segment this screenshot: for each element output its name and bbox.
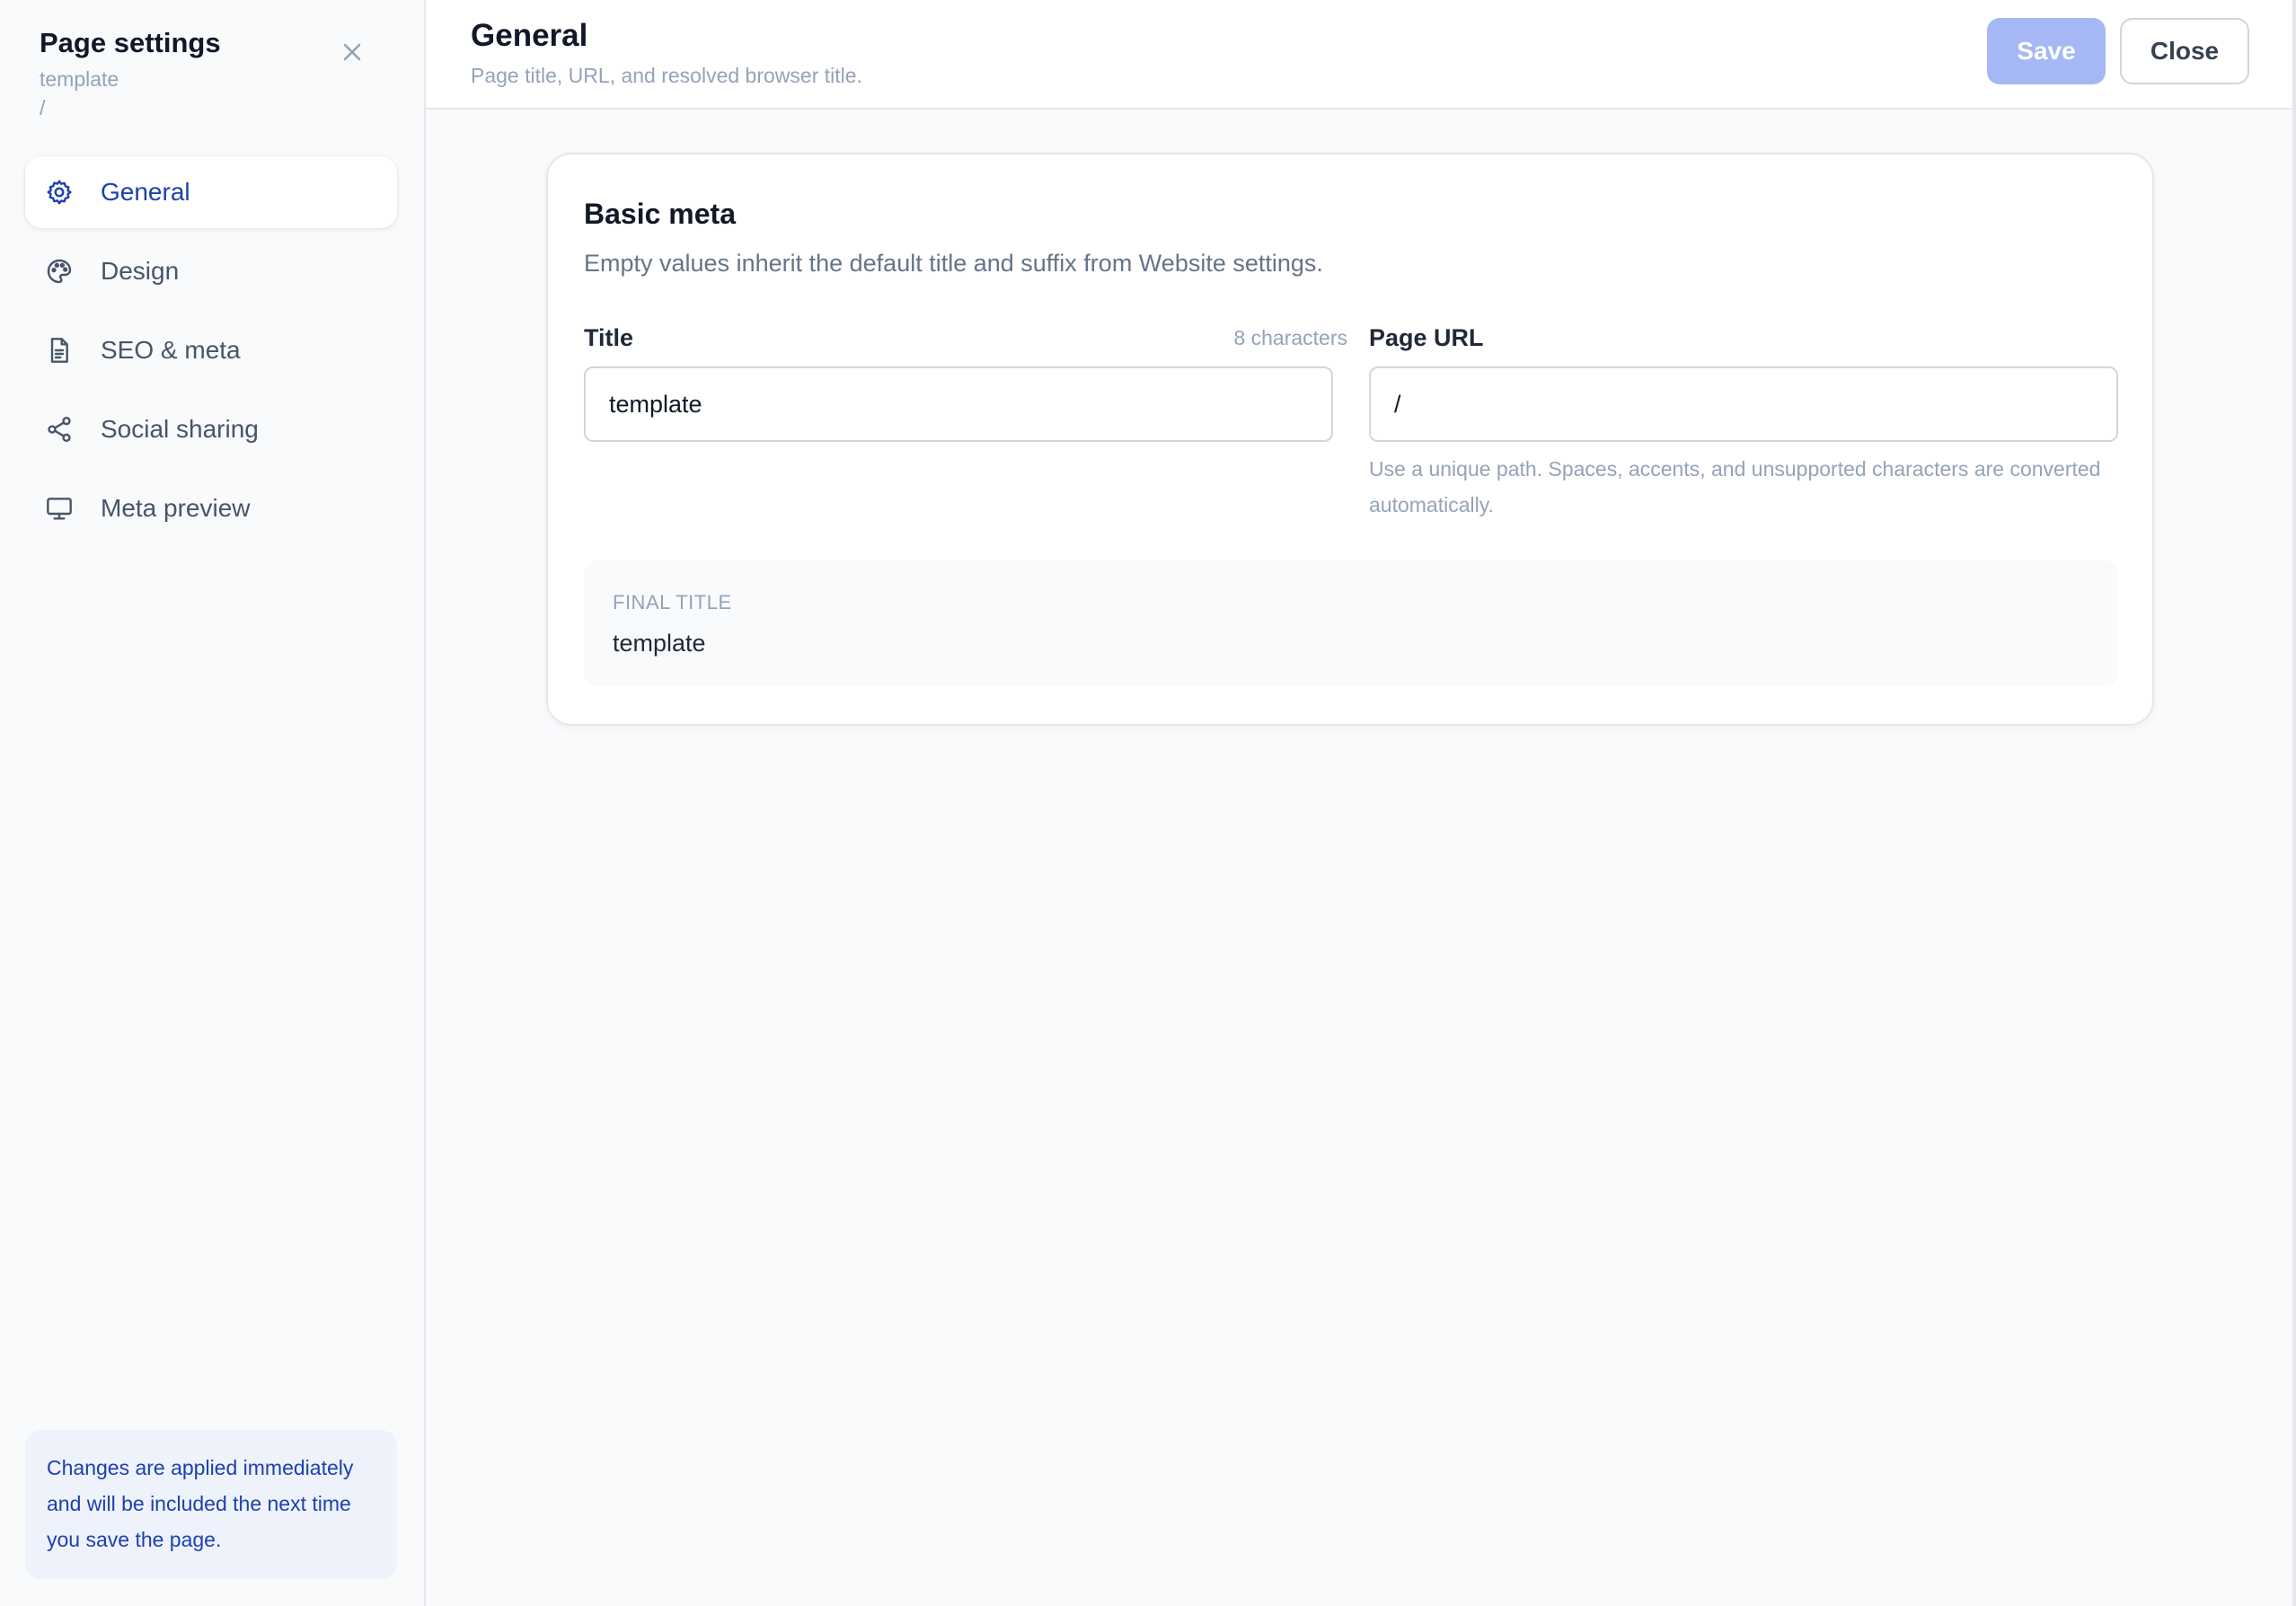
nav-label-design: Design [101,257,180,285]
title-input[interactable] [584,366,1333,442]
nav-item-general[interactable]: General [25,156,397,228]
title-label: Title [584,324,634,351]
page-subtitle: Page title, URL, and resolved browser ti… [471,64,862,87]
top-bar: General Page title, URL, and resolved br… [426,0,2296,110]
main-panel: General Page title, URL, and resolved br… [426,0,2296,1606]
page-url-input[interactable] [1369,366,2118,442]
sidebar-close-button[interactable] [334,34,370,70]
final-title-label: FINAL TITLE [613,591,732,613]
nav-label-general: General [101,178,190,206]
title-char-count: 8 characters [1233,326,1347,349]
palette-icon [45,257,74,286]
close-button[interactable]: Close [2120,18,2249,84]
basic-meta-card: Basic meta Empty values inherit the defa… [546,153,2154,726]
share-icon [45,415,74,444]
final-title-box: FINAL TITLE template [584,560,2118,686]
final-title-value: template [613,630,706,657]
page-settings-app: Page settings template / General Design … [0,0,2296,1606]
card-description: Empty values inherit the default title a… [584,250,1323,277]
page-title: General [471,18,588,53]
card-title: Basic meta [584,198,736,230]
window-edge [2292,0,2296,1606]
nav-label-meta-preview: Meta preview [101,494,251,522]
page-path: / [40,96,46,119]
settings-nav: General Design SEO & meta Social sharing… [25,156,397,552]
nav-item-seo[interactable]: SEO & meta [25,314,397,386]
document-icon [45,336,74,365]
nav-item-meta-preview[interactable]: Meta preview [25,472,397,544]
nav-label-social: Social sharing [101,415,259,443]
nav-item-design[interactable]: Design [25,235,397,307]
nav-label-seo: SEO & meta [101,336,241,364]
page-url-hint: Use a unique path. Spaces, accents, and … [1369,457,2101,516]
close-icon [343,43,361,61]
save-button[interactable]: Save [1987,18,2106,84]
settings-sidebar: Page settings template / General Design … [0,0,426,1606]
page-url-label: Page URL [1369,324,1484,351]
gear-icon [45,178,74,207]
monitor-icon [45,494,74,523]
info-note: Changes are applied immediately and will… [25,1430,397,1579]
nav-item-social[interactable]: Social sharing [25,393,397,465]
